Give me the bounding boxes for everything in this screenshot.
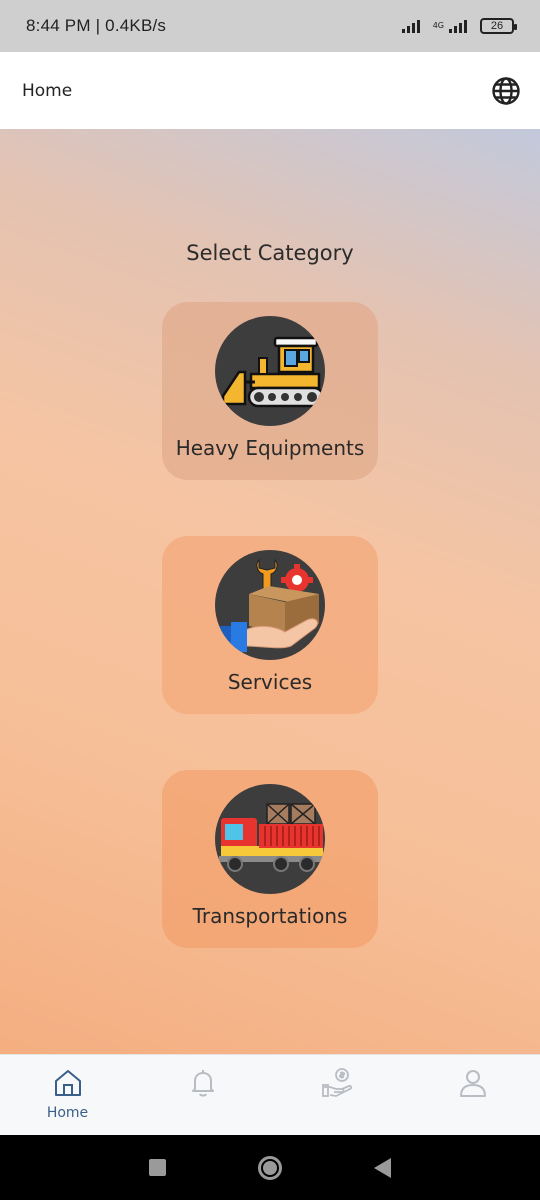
bottom-nav: Home [0,1054,540,1135]
status-bar: 8:44 PM | 0.4KB/s 4G 26 [0,0,540,52]
nav-item-notifications[interactable] [153,1055,253,1136]
user-icon [459,1070,486,1097]
service-hand-icon [215,550,325,660]
category-label: Services [227,670,313,694]
page-title: Home [22,80,73,101]
recents-button[interactable] [149,1159,166,1176]
category-label: Heavy Equipments [175,436,365,460]
signal-icon-2 [449,20,467,33]
battery-icon: 26 [480,18,517,34]
main-content: Select Category Heavy Equipments Service… [0,129,540,1054]
section-title: Select Category [186,241,354,265]
nav-item-payments[interactable] [288,1055,388,1136]
home-button[interactable] [258,1155,282,1180]
category-card-services[interactable]: Services [162,536,378,714]
home-icon [54,1070,81,1096]
status-time: 8:44 PM | 0.4KB/s [26,16,167,35]
signal-icon [401,20,420,33]
battery-level: 26 [490,20,504,32]
network-type: 4G [433,22,444,30]
category-card-heavy-equipments[interactable]: Heavy Equipments [162,302,378,480]
nav-item-home[interactable]: Home [18,1055,118,1136]
category-label: Transportations [192,904,348,928]
nav-label-home: Home [46,1105,89,1121]
bell-icon [191,1070,214,1097]
payment-hand-icon [321,1068,352,1097]
app-header: Home [0,52,540,129]
truck-icon [215,784,325,894]
bulldozer-icon [215,316,325,426]
category-card-transportations[interactable]: Transportations [162,770,378,948]
system-nav-bar [0,1135,540,1200]
back-button[interactable] [374,1157,391,1178]
network-type-label: 4G [432,21,444,30]
status-icons: 4G 26 [401,18,517,34]
nav-item-profile[interactable] [423,1055,523,1136]
globe-icon[interactable] [490,75,522,107]
